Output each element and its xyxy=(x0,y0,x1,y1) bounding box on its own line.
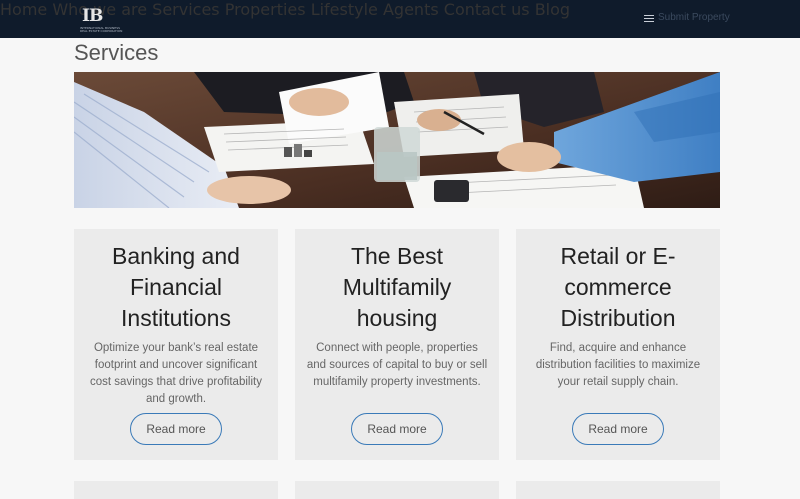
card-title: Retail or E-commerce Distribution xyxy=(560,243,676,331)
meeting-illustration xyxy=(74,72,720,208)
service-card-partial xyxy=(295,481,499,499)
nav-item-lifestyle[interactable]: Lifestyle xyxy=(311,0,378,19)
service-card-banking: Banking and Financial Institutions Optim… xyxy=(74,229,278,460)
company-logo[interactable]: IB INTERNATIONAL BUSINESS REAL ESTATE COR… xyxy=(80,6,122,36)
card-description: Optimize your bank’s real estate footpri… xyxy=(90,342,262,405)
read-more-button[interactable]: Read more xyxy=(351,413,443,445)
card-title: Banking and Financial Institutions xyxy=(112,243,240,331)
read-more-button[interactable]: Read more xyxy=(130,413,222,445)
top-navbar: IB INTERNATIONAL BUSINESS REAL ESTATE COR… xyxy=(0,0,800,38)
nav-item-agents[interactable]: Agents xyxy=(383,0,439,19)
submit-property-link[interactable]: Submit Property xyxy=(658,12,730,23)
card-title: The Best Multifamily housing xyxy=(342,243,452,331)
read-more-button[interactable]: Read more xyxy=(572,413,664,445)
nav-item-properties[interactable]: Properties xyxy=(225,0,306,19)
nav-item-contact-us[interactable]: Contact us xyxy=(444,0,530,19)
service-card-multifamily: The Best Multifamily housing Connect wit… xyxy=(295,229,499,460)
logo-tagline: INTERNATIONAL BUSINESS REAL ESTATE CORPOR… xyxy=(80,26,123,34)
logo-mark: IB xyxy=(82,6,103,26)
nav-item-home[interactable]: Home xyxy=(0,0,47,19)
page-title: Services xyxy=(74,40,159,65)
nav-item-blog[interactable]: Blog xyxy=(535,0,570,19)
hero-image xyxy=(74,72,720,208)
service-card-partial xyxy=(516,481,720,499)
service-card-partial xyxy=(74,481,278,499)
nav-item-services[interactable]: Services xyxy=(152,0,219,19)
service-card-retail: Retail or E-commerce Distribution Find, … xyxy=(516,229,720,460)
card-description: Find, acquire and enhance distribution f… xyxy=(535,342,701,388)
menu-icon[interactable] xyxy=(644,15,654,22)
card-description: Connect with people, properties and sour… xyxy=(306,342,488,388)
